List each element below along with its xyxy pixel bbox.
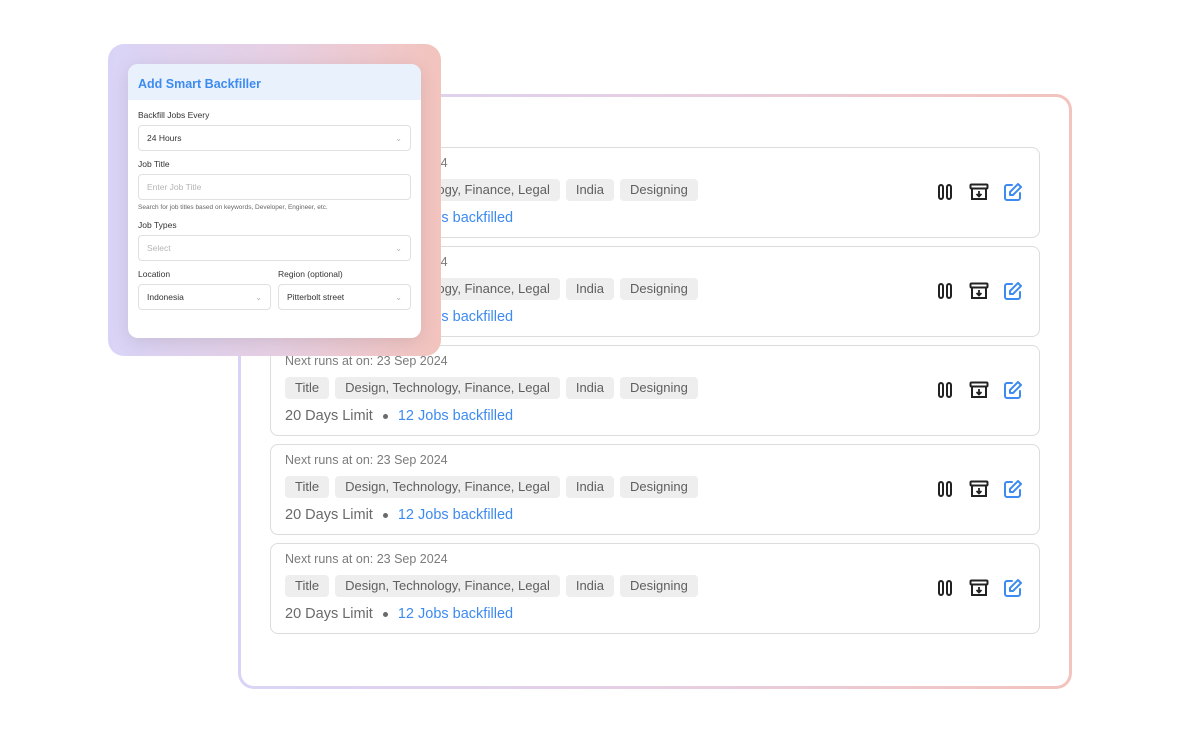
card-actions	[935, 479, 1023, 499]
backfiller-card: Next runs at on: 23 Sep 2024 Title Desig…	[270, 543, 1040, 634]
archive-button[interactable]	[969, 281, 989, 301]
archive-button[interactable]	[969, 479, 989, 499]
card-meta: 20 Days Limit 12 Jobs backfilled	[285, 507, 1025, 523]
tag: Design, Technology, Finance, Legal	[335, 476, 560, 498]
tag: Design, Technology, Finance, Legal	[335, 575, 560, 597]
backfiller-card: Next runs at on: 23 Sep 2024 Title Desig…	[270, 444, 1040, 535]
job-types-label: Job Types	[138, 220, 177, 230]
chevron-down-icon: ⌄	[395, 292, 402, 302]
tag: Designing	[620, 476, 698, 498]
archive-icon	[969, 381, 989, 398]
tag: Designing	[620, 377, 698, 399]
separator-dot	[382, 512, 388, 518]
tag: Designing	[620, 179, 698, 201]
separator-dot	[382, 611, 388, 617]
pause-button[interactable]	[935, 380, 955, 400]
edit-button[interactable]	[1003, 578, 1023, 598]
jobs-backfilled-link[interactable]: 12 Jobs backfilled	[398, 606, 513, 622]
archive-icon	[969, 183, 989, 200]
tag: India	[565, 377, 615, 399]
tag-list: Title Design, Technology, Finance, Legal…	[285, 575, 1025, 597]
pause-icon	[938, 382, 952, 398]
card-actions	[935, 380, 1023, 400]
jobs-backfilled-link[interactable]: 12 Jobs backfilled	[398, 507, 513, 523]
edit-icon	[1004, 381, 1022, 399]
next-run-text: Next runs at on: 23 Sep 2024	[285, 453, 448, 467]
archive-button[interactable]	[969, 182, 989, 202]
job-types-select[interactable]: Select ⌄	[138, 235, 411, 261]
archive-icon	[969, 282, 989, 299]
days-limit: 20 Days Limit	[285, 408, 373, 424]
pause-icon	[938, 184, 952, 200]
location-label: Location	[138, 269, 171, 279]
edit-icon	[1004, 480, 1022, 498]
edit-button[interactable]	[1003, 182, 1023, 202]
add-smart-backfiller-form: Add Smart Backfiller Backfill Jobs Every…	[128, 64, 421, 338]
archive-button[interactable]	[969, 578, 989, 598]
archive-icon	[969, 480, 989, 497]
backfiller-card: Next runs at on: 23 Sep 2024 Title Desig…	[270, 345, 1040, 436]
pause-icon	[938, 481, 952, 497]
location-select[interactable]: Indonesia ⌄	[138, 284, 271, 310]
tag: India	[565, 575, 615, 597]
form-header: Add Smart Backfiller	[128, 64, 421, 100]
chevron-down-icon: ⌄	[395, 243, 402, 253]
pause-button[interactable]	[935, 182, 955, 202]
region-label: Region (optional)	[278, 269, 343, 279]
card-actions	[935, 182, 1023, 202]
separator-dot	[382, 413, 388, 419]
card-actions	[935, 281, 1023, 301]
jobs-backfilled-link[interactable]: 12 Jobs backfilled	[398, 408, 513, 424]
card-meta: 20 Days Limit 12 Jobs backfilled	[285, 408, 1025, 424]
backfill-every-select[interactable]: 24 Hours ⌄	[138, 125, 411, 151]
pause-button[interactable]	[935, 479, 955, 499]
tag-list: Title Design, Technology, Finance, Legal…	[285, 476, 1025, 498]
backfill-every-label: Backfill Jobs Every	[138, 110, 210, 120]
tag: India	[565, 278, 615, 300]
edit-icon	[1004, 282, 1022, 300]
region-select[interactable]: Pitterbolt street ⌄	[278, 284, 411, 310]
edit-icon	[1004, 579, 1022, 597]
tag: Title	[285, 377, 330, 399]
pause-icon	[938, 580, 952, 596]
tag: India	[565, 476, 615, 498]
next-run-text: Next runs at on: 23 Sep 2024	[285, 552, 448, 566]
edit-icon	[1004, 183, 1022, 201]
job-title-label: Job Title	[138, 159, 170, 169]
tag: Designing	[620, 278, 698, 300]
tag: Title	[285, 575, 330, 597]
pause-button[interactable]	[935, 281, 955, 301]
edit-button[interactable]	[1003, 380, 1023, 400]
form-title: Add Smart Backfiller	[138, 77, 261, 91]
tag: Design, Technology, Finance, Legal	[335, 377, 560, 399]
tag: India	[565, 179, 615, 201]
edit-button[interactable]	[1003, 479, 1023, 499]
edit-button[interactable]	[1003, 281, 1023, 301]
days-limit: 20 Days Limit	[285, 606, 373, 622]
tag: Title	[285, 476, 330, 498]
card-actions	[935, 578, 1023, 598]
days-limit: 20 Days Limit	[285, 507, 373, 523]
tag: Designing	[620, 575, 698, 597]
chevron-down-icon: ⌄	[395, 133, 402, 143]
card-meta: 20 Days Limit 12 Jobs backfilled	[285, 606, 1025, 622]
pause-icon	[938, 283, 952, 299]
chevron-down-icon: ⌄	[255, 292, 262, 302]
pause-button[interactable]	[935, 578, 955, 598]
archive-button[interactable]	[969, 380, 989, 400]
tag-list: Title Design, Technology, Finance, Legal…	[285, 377, 1025, 399]
job-title-input[interactable]: Enter Job Title	[138, 174, 411, 200]
job-title-hint: Search for job titles based on keywords,…	[138, 204, 328, 211]
archive-icon	[969, 579, 989, 596]
